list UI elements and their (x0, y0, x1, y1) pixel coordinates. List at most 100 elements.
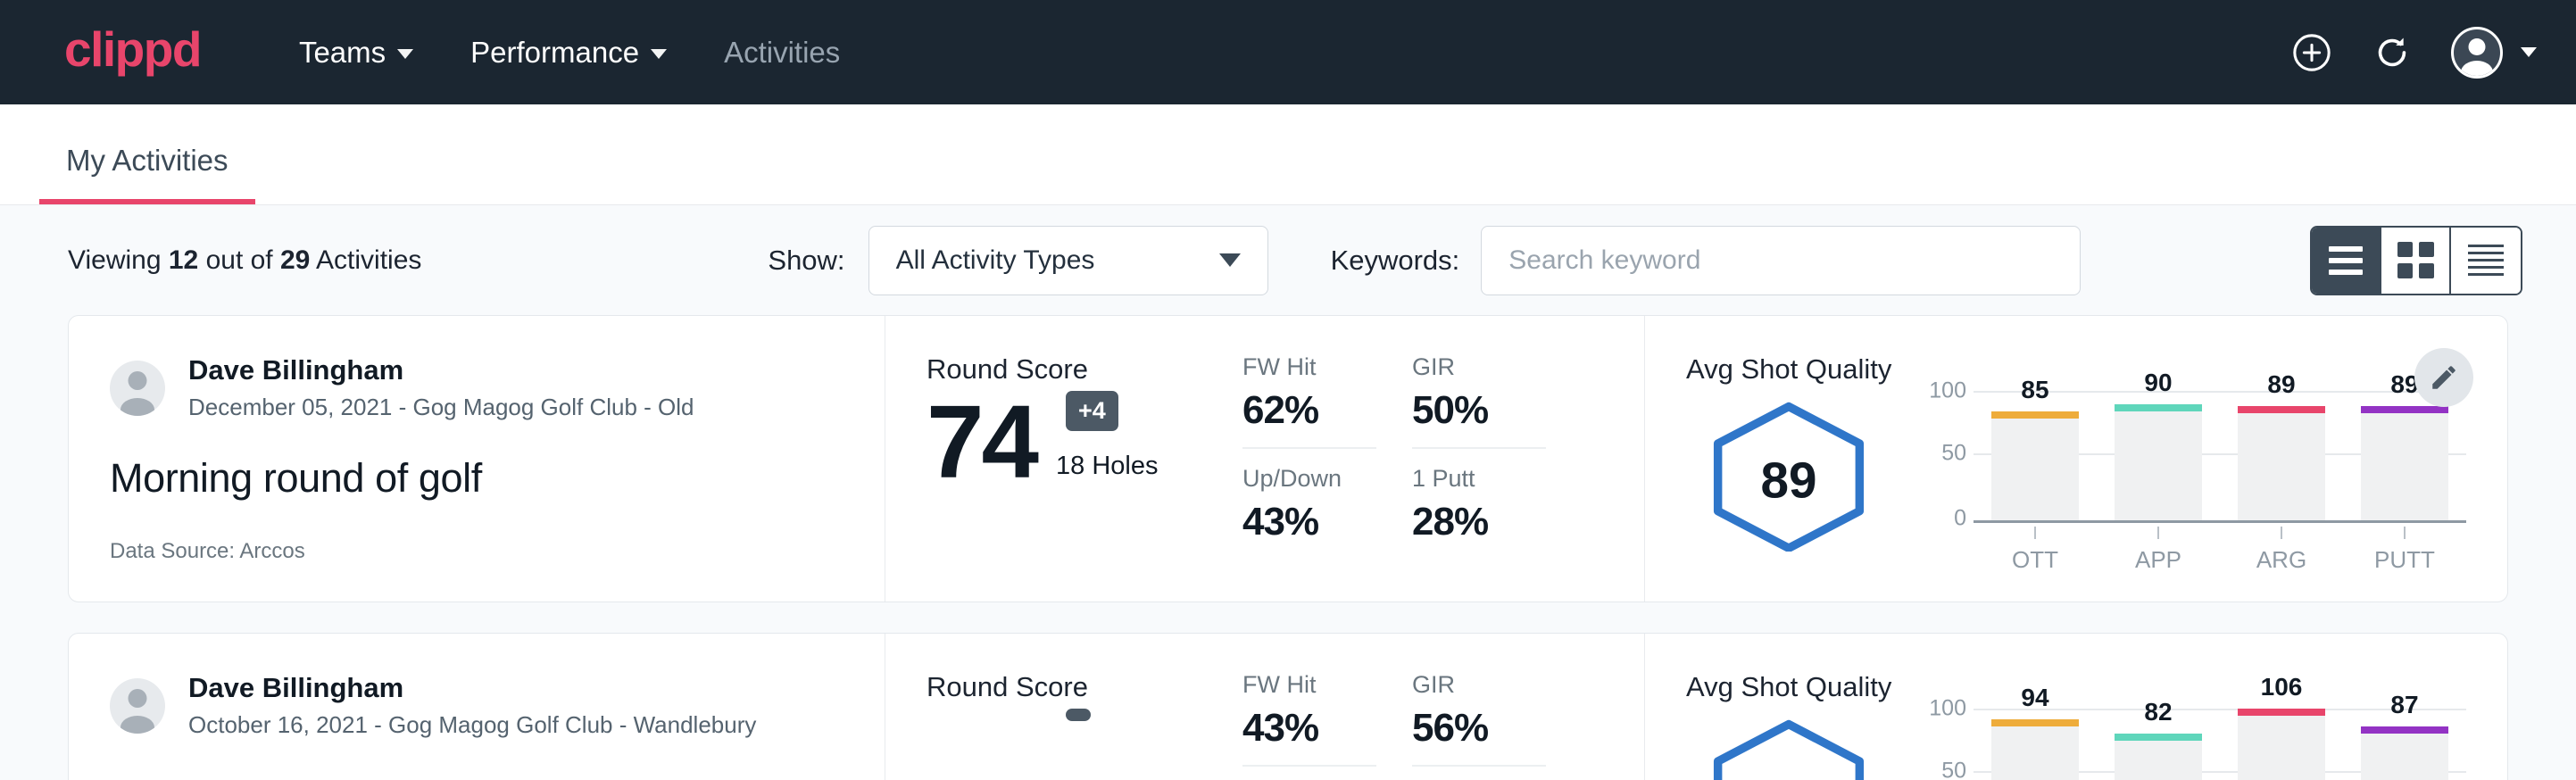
bar-cap-arg (2238, 709, 2325, 716)
round-score-value-group: 74 +4 18 Holes (927, 394, 1242, 490)
chevron-down-icon (651, 49, 667, 59)
add-button[interactable] (2290, 31, 2333, 74)
activity-type-select[interactable]: All Activity Types (868, 226, 1268, 295)
chevron-down-icon (2521, 47, 2537, 57)
bar-column-app: 90 (2115, 391, 2202, 520)
shot-quality-hexagon: 89 (1686, 391, 1891, 552)
y-tick-0: 0 (1954, 506, 1966, 532)
stat-fw-hit: FW Hit 62% (1242, 353, 1376, 449)
chevron-down-icon (1219, 253, 1241, 267)
bar-column-putt: 87 (2361, 709, 2448, 780)
avatar (110, 361, 165, 416)
score-to-par-badge (1066, 709, 1091, 721)
search-input[interactable] (1481, 226, 2081, 295)
y-tick-100: 100 (1929, 378, 1966, 404)
shot-quality-value: 89 (1760, 453, 1816, 510)
viewing-suffix: Activities (310, 245, 421, 275)
bar-cap-app (2115, 734, 2202, 741)
bar-cap-app (2115, 404, 2202, 411)
stat-gir-value: 50% (1412, 388, 1546, 433)
activity-author: Dave Billingham October 16, 2021 - Gog M… (110, 671, 843, 741)
chart-plot-area: 94 82 (1974, 709, 2466, 780)
list-icon (2329, 246, 2363, 275)
holes-played: 18 Holes (1056, 452, 1158, 490)
top-navigation-bar: clippd Teams Performance Activities (0, 0, 2576, 104)
tick-ott (2034, 527, 2036, 539)
stat-up-down: Up/Down 43% (1242, 449, 1376, 544)
list-view-button[interactable] (2312, 228, 2381, 294)
stat-gir-label: GIR (1412, 671, 1546, 699)
refresh-button[interactable] (2371, 31, 2414, 74)
stat-gir-label: GIR (1412, 353, 1546, 381)
tick-putt (2404, 527, 2406, 539)
round-score-section: Round Score 74 +4 18 Holes (885, 316, 1242, 602)
viewing-prefix: Viewing (68, 245, 169, 275)
round-stats: FW Hit 43% GIR 56% (1242, 634, 1644, 780)
round-score-label: Round Score (927, 353, 1242, 386)
stat-one-putt-value: 28% (1412, 500, 1546, 544)
stat-up-down-label: Up/Down (1242, 465, 1376, 493)
app-logo[interactable]: clippd (64, 25, 201, 79)
grid-icon (2397, 242, 2434, 278)
filter-bar: Viewing 12 out of 29 Activities Show: Al… (0, 205, 2576, 315)
refresh-icon (2372, 32, 2413, 73)
bar-cap-ott (1991, 719, 2079, 726)
keywords-label: Keywords: (1331, 245, 1460, 277)
avatar (110, 678, 165, 734)
chart-x-axis: OTT APP ARG PUTT (1974, 527, 2466, 574)
avatar (2451, 27, 2503, 79)
y-tick-50: 50 (1941, 441, 1966, 467)
bar-value-ott: 85 (1991, 376, 2079, 404)
view-toggle-group (2310, 226, 2522, 295)
tick-app (2157, 527, 2159, 539)
activity-summary: Dave Billingham October 16, 2021 - Gog M… (69, 634, 885, 780)
activity-meta: December 05, 2021 - Gog Magog Golf Club … (188, 392, 694, 423)
x-label-ott: OTT (1991, 546, 2079, 574)
nav-actions (2290, 27, 2537, 79)
pencil-icon (2429, 362, 2459, 393)
stat-one-putt: 1 Putt 28% (1412, 449, 1546, 544)
compact-list-icon (2468, 245, 2504, 276)
show-label: Show: (768, 245, 844, 277)
x-label-putt: PUTT (2361, 546, 2448, 574)
stat-fw-hit-value: 62% (1242, 388, 1376, 433)
y-tick-100: 100 (1929, 696, 1966, 722)
show-filter-group: Show: All Activity Types (768, 226, 1267, 295)
round-score-value: 74 (927, 394, 1036, 490)
viewing-mid: out of (198, 245, 280, 275)
data-source: Data Source: Arccos (110, 539, 843, 564)
chevron-down-icon (397, 49, 413, 59)
bar-column-arg: 106 (2238, 709, 2325, 780)
bar-cap-ott (1991, 411, 2079, 419)
nav-item-activities[interactable]: Activities (695, 27, 868, 79)
stat-fw-hit-label: FW Hit (1242, 671, 1376, 699)
shot-quality-hexagon (1686, 709, 1891, 780)
stat-fw-hit-label: FW Hit (1242, 353, 1376, 381)
user-menu[interactable] (2451, 27, 2537, 79)
activity-summary: Dave Billingham December 05, 2021 - Gog … (69, 316, 885, 602)
edit-activity-button[interactable] (2414, 348, 2473, 407)
author-name: Dave Billingham (188, 353, 694, 388)
hexagon-icon (1704, 718, 1874, 780)
tab-my-activities[interactable]: My Activities (39, 144, 255, 204)
tab-bar: My Activities (0, 104, 2576, 205)
shot-quality-chart: 100 50 0 (1891, 709, 2466, 780)
bar-cap-putt (2361, 726, 2448, 734)
score-to-par-badge: +4 (1066, 391, 1118, 431)
nav-item-activities-label: Activities (724, 36, 840, 70)
activity-author: Dave Billingham December 05, 2021 - Gog … (110, 353, 843, 423)
nav-item-performance[interactable]: Performance (442, 27, 695, 79)
bar-column-putt: 89 (2361, 391, 2448, 520)
grid-view-button[interactable] (2381, 228, 2451, 294)
x-label-arg: ARG (2238, 546, 2325, 574)
nav-item-teams[interactable]: Teams (270, 27, 442, 79)
activity-card[interactable]: Dave Billingham October 16, 2021 - Gog M… (68, 633, 2508, 780)
chart-y-axis: 100 50 0 (1915, 709, 1966, 780)
keywords-filter-group: Keywords: (1331, 226, 2082, 295)
x-label-app: APP (2115, 546, 2202, 574)
activity-title: Morning round of golf (110, 455, 843, 502)
compact-view-button[interactable] (2451, 228, 2521, 294)
stat-fw-hit: FW Hit 43% (1242, 671, 1376, 767)
bar-value-arg: 89 (2238, 370, 2325, 399)
activity-card[interactable]: Dave Billingham December 05, 2021 - Gog … (68, 315, 2508, 602)
